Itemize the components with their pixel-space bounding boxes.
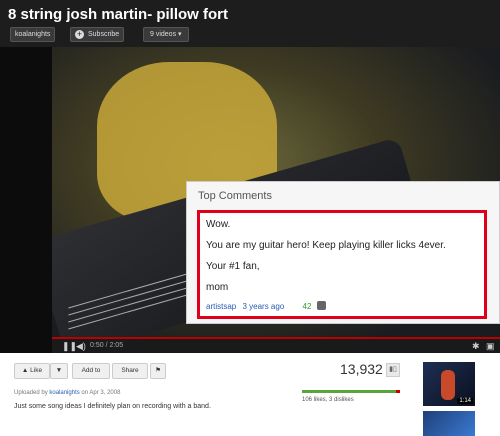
settings-icon[interactable]: ✱ (472, 341, 480, 352)
likes-count: 106 likes, 3 dislikes (302, 397, 354, 403)
guitarist-figure (441, 370, 455, 400)
time-display: 0:50 / 2:05 (90, 342, 124, 349)
comment-line: mom (206, 282, 229, 293)
view-count: 13,932 (340, 361, 383, 377)
comment-meta: artistsap 3 years ago 42 (206, 301, 326, 311)
comment-date: 3 years ago (242, 302, 285, 311)
video-header: 8 string josh martin- pillow fort koalan… (0, 0, 500, 47)
likes-ratio-bar (302, 390, 400, 393)
player-controls: ❚❚ ◀) 0:50 / 2:05 ✱ ▣ (52, 337, 500, 353)
channel-name: koalanights (15, 31, 51, 38)
dislike-button[interactable]: ▼ (50, 363, 68, 379)
video-actions-area: ▲ Like ▼ Add to Share ⚑ 13,932 ▮▯ 106 li… (0, 353, 500, 436)
add-to-label: Add to (81, 367, 101, 374)
top-comments-heading: Top Comments (198, 190, 272, 202)
top-comments-panel: Top Comments Wow. You are my guitar hero… (186, 181, 500, 324)
subscribe-label: Subscribe (88, 31, 120, 38)
uploader-link[interactable]: koalanights (49, 390, 79, 396)
like-label: Like (30, 367, 43, 374)
comment-line: Your #1 fan, (206, 261, 260, 272)
videos-label: 9 videos (150, 31, 177, 38)
dislikes-portion (396, 390, 400, 393)
videos-dropdown[interactable]: 9 videos ▾ (143, 27, 189, 42)
chevron-down-icon: ▾ (178, 31, 182, 38)
add-to-button[interactable]: Add to (72, 363, 110, 379)
plus-icon: + (75, 28, 84, 39)
pause-icon[interactable]: ❚❚ (62, 341, 77, 352)
share-button[interactable]: Share (112, 363, 148, 379)
thumbs-up-icon: ▲ (21, 367, 29, 374)
comment-line: You are my guitar hero! Keep playing kil… (206, 240, 446, 251)
video-description: Just some song ideas I definitely plan o… (14, 403, 211, 410)
thumbs-down-icon: ▼ (55, 367, 63, 374)
volume-icon[interactable]: ◀) (76, 341, 86, 352)
fullscreen-icon[interactable]: ▣ (486, 341, 495, 352)
like-button[interactable]: ▲ Like (14, 363, 50, 379)
uploaded-suffix: on Apr 3, 2008 (81, 390, 121, 396)
stats-icon[interactable]: ▮▯ (386, 363, 400, 377)
highlighted-comment: Wow. You are my guitar hero! Keep playin… (197, 210, 487, 319)
flag-button[interactable]: ⚑ (150, 363, 166, 379)
upload-info: Uploaded by koalanights on Apr 3, 2008 (14, 390, 120, 396)
related-video-thumbnail[interactable]: 1:14 (423, 362, 475, 406)
related-video-thumbnail[interactable] (423, 411, 475, 436)
flag-icon: ⚑ (155, 367, 161, 374)
uploaded-prefix: Uploaded by (14, 390, 48, 396)
share-label: Share (121, 367, 139, 374)
comment-votes: 42 (302, 302, 312, 311)
channel-button[interactable]: koalanights (10, 27, 56, 42)
video-title: 8 string josh martin- pillow fort (8, 6, 229, 23)
related-video-duration: 1:14 (457, 398, 473, 404)
thumbs-up-icon[interactable] (316, 301, 326, 310)
subscribe-button[interactable]: + Subscribe (70, 27, 125, 42)
comment-author-link[interactable]: artistsap (206, 302, 236, 311)
comment-line: Wow. (206, 219, 231, 230)
